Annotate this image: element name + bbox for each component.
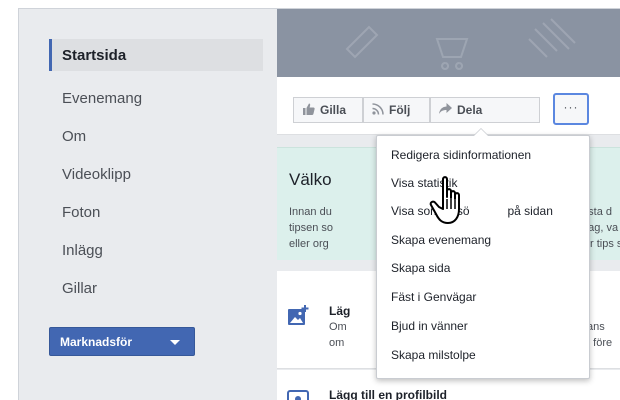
menu-item-invite-friends[interactable]: Bjud in vänner: [377, 314, 589, 338]
add-photo-icon: [287, 305, 309, 327]
welcome-text-line: tipsen so: [289, 222, 334, 234]
more-options-menu: Redigera sidinformationen Visa statistik…: [376, 128, 590, 379]
menu-item-create-page[interactable]: Skapa sida: [377, 256, 589, 280]
page-frame: Startsida Evenemang Om Videoklipp Foton …: [18, 8, 620, 400]
like-button[interactable]: Gilla: [293, 97, 363, 123]
sidebar-item-videoklipp[interactable]: Videoklipp: [49, 158, 263, 190]
menu-item-create-event[interactable]: Skapa evenemang: [377, 228, 589, 252]
sidebar-item-startsida[interactable]: Startsida: [49, 39, 263, 71]
sidebar-item-om[interactable]: Om: [49, 120, 263, 152]
rss-icon: [372, 102, 384, 118]
welcome-text-line: Innan du: [289, 206, 332, 218]
menu-item-pin-to-shortcuts[interactable]: Fäst i Genvägar: [377, 285, 589, 309]
cover-photo: [277, 9, 620, 77]
like-button-label: Gilla: [320, 103, 347, 117]
menu-item-create-milestone[interactable]: Skapa milstolpe: [377, 343, 589, 367]
follow-button[interactable]: Följ: [363, 97, 430, 123]
hand-pointer-icon: [429, 176, 460, 224]
sidebar-item-foton[interactable]: Foton: [49, 196, 263, 228]
profile-picture-icon: [287, 388, 309, 400]
sidebar-item-gillar[interactable]: Gillar: [49, 272, 263, 304]
follow-button-label: Följ: [389, 103, 411, 117]
thumbs-up-icon: [302, 103, 315, 118]
left-sidebar: Startsida Evenemang Om Videoklipp Foton …: [19, 9, 277, 400]
promote-button[interactable]: Marknadsför: [49, 327, 195, 356]
task-description: om: [329, 337, 345, 349]
share-arrow-icon: [439, 103, 452, 117]
share-button[interactable]: Dela: [430, 97, 540, 123]
sidebar-item-inlagg[interactable]: Inlägg: [49, 234, 263, 266]
task-title: Lägg till en profilbild: [329, 388, 447, 400]
menu-item-label-suffix: på sidan: [507, 204, 553, 218]
page-action-bar: Gilla Följ Dela ···: [277, 77, 620, 135]
welcome-text-line: eller org: [289, 238, 329, 250]
caret-down-icon: [170, 340, 180, 345]
share-button-label: Dela: [457, 103, 483, 117]
task-description: Om: [329, 321, 347, 333]
cover-pattern-icon: [345, 18, 576, 70]
menu-item-view-insights[interactable]: Visa statistik: [377, 171, 589, 195]
promote-button-label: Marknadsför: [60, 334, 133, 349]
ellipsis-icon: ···: [563, 100, 579, 114]
menu-item-edit-page-info[interactable]: Redigera sidinformationen: [377, 143, 589, 167]
menu-item-view-as-visitor[interactable]: Visa som besö på sidan: [377, 199, 589, 223]
more-options-button[interactable]: ···: [553, 93, 589, 125]
task-title: Läg: [329, 304, 351, 318]
welcome-title: Välko: [289, 170, 332, 189]
sidebar-item-evenemang[interactable]: Evenemang: [49, 82, 263, 114]
